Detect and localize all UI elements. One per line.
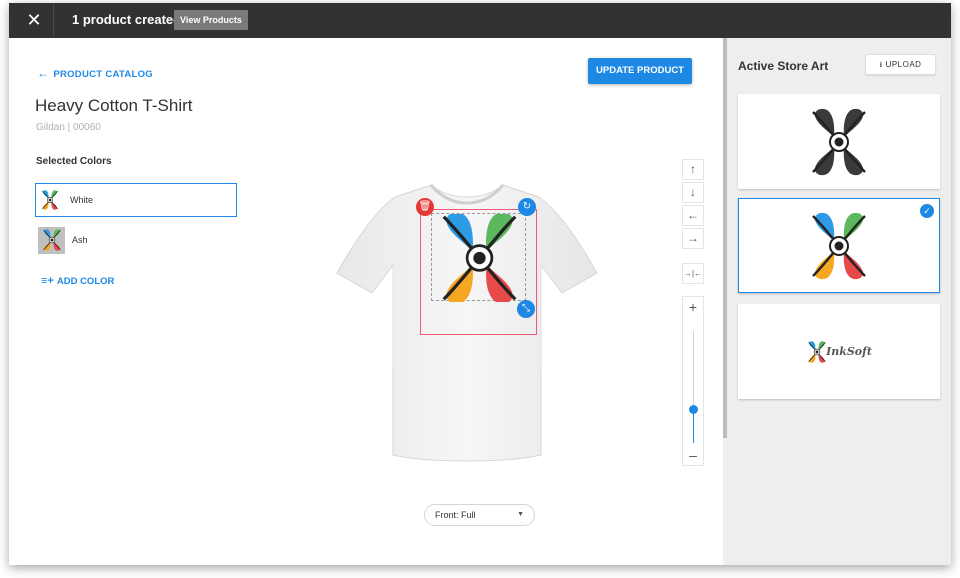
view-select-value: Front: Full xyxy=(435,510,476,520)
view-select[interactable]: Front: Full ▼ xyxy=(424,504,535,526)
product-title: Heavy Cotton T-Shirt xyxy=(35,96,193,115)
logo-black-icon xyxy=(811,107,867,176)
artwork-placement[interactable] xyxy=(431,210,526,306)
zoom-panel: + – xyxy=(682,296,704,466)
color-item-ash[interactable]: Ash xyxy=(35,223,237,257)
back-to-catalog-link[interactable]: ← PRODUCT CATALOG xyxy=(37,66,153,80)
delete-artwork-icon[interactable]: 🗑 xyxy=(416,198,434,216)
logo-color-icon xyxy=(811,211,867,280)
app-window: ✕ 1 product created View Products ← PRODU… xyxy=(9,3,951,565)
add-color-label: ADD COLOR xyxy=(56,276,115,287)
white-swatch-icon xyxy=(40,189,60,211)
check-icon: ✓ xyxy=(920,204,934,218)
close-icon[interactable]: ✕ xyxy=(25,11,43,29)
store-art-title: Active Store Art xyxy=(738,59,829,73)
zoom-in-button[interactable]: + xyxy=(683,299,703,315)
art-item-wordmark[interactable]: InkSoft xyxy=(738,304,940,399)
move-right-button[interactable]: → xyxy=(682,228,704,249)
notification-bar: ✕ 1 product created View Products xyxy=(9,3,951,38)
selected-colors-heading: Selected Colors xyxy=(36,156,112,167)
center-horizontal-button[interactable]: →|← xyxy=(682,263,704,284)
editor-main: ← PRODUCT CATALOG UPDATE PRODUCT Heavy Co… xyxy=(9,38,723,565)
wordmark-logo: InkSoft xyxy=(826,345,872,358)
move-left-button[interactable]: ← xyxy=(682,205,704,226)
small-logo-icon xyxy=(808,340,826,363)
zoom-slider-fill xyxy=(693,409,694,443)
arrow-left-icon: ← xyxy=(37,66,50,80)
divider xyxy=(53,3,54,38)
add-color-button[interactable]: ≡+ ADD COLOR xyxy=(41,275,114,287)
view-products-button[interactable]: View Products xyxy=(174,10,248,30)
update-product-button[interactable]: UPDATE PRODUCT xyxy=(588,58,692,84)
zoom-slider-thumb[interactable] xyxy=(689,405,698,415)
upload-button[interactable]: ⭳ UPLOAD xyxy=(865,54,936,75)
artwork-logo-icon xyxy=(442,210,517,306)
art-item-black[interactable] xyxy=(738,94,940,189)
color-name: White xyxy=(70,195,94,205)
move-down-button[interactable]: ↓ xyxy=(682,182,704,203)
ash-swatch-icon xyxy=(38,226,65,254)
color-name: Ash xyxy=(72,235,88,245)
rotate-icon[interactable]: ↻ xyxy=(518,198,536,216)
add-list-icon: ≡+ xyxy=(41,275,54,287)
caret-down-icon: ▼ xyxy=(517,511,524,518)
product-subtitle: Gildan | 00060 xyxy=(36,122,101,133)
upload-label: UPLOAD xyxy=(885,60,922,69)
color-item-white[interactable]: White xyxy=(35,183,237,217)
back-link-label: PRODUCT CATALOG xyxy=(53,69,153,80)
move-up-button[interactable]: ↑ xyxy=(682,159,704,180)
zoom-out-button[interactable]: – xyxy=(683,447,703,463)
notification-message: 1 product created xyxy=(72,12,182,27)
store-art-panel: Active Store Art ⭳ UPLOAD ✓ InkSoft xyxy=(727,38,951,565)
upload-icon: ⭳ xyxy=(879,60,883,69)
art-item-color[interactable]: ✓ xyxy=(738,198,940,293)
resize-icon[interactable]: ⤡ xyxy=(517,300,535,318)
